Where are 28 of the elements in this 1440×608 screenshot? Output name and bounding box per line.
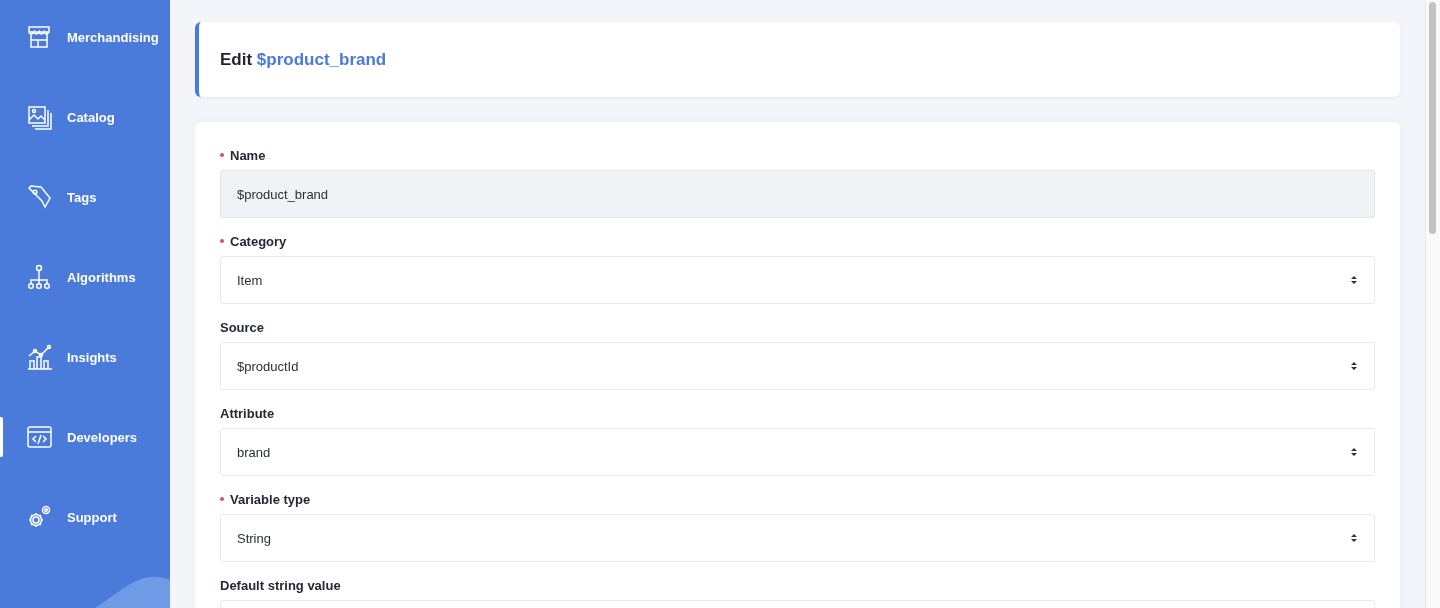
select-field[interactable]: Item xyxy=(220,256,1375,304)
code-icon xyxy=(26,423,53,451)
field-label: Default string value xyxy=(220,577,341,593)
select-field[interactable]: brand xyxy=(220,428,1375,476)
select-field[interactable]: String xyxy=(220,514,1375,562)
chart-icon xyxy=(26,343,53,371)
tag-icon xyxy=(26,183,53,211)
images-icon xyxy=(26,103,53,131)
sidebar-item[interactable]: Tags xyxy=(0,157,170,237)
page-title: Edit $product_brand xyxy=(220,49,387,70)
field-label: Variable type xyxy=(230,491,311,507)
field-label: Category xyxy=(230,233,287,249)
sidebar-item[interactable]: Merchandising xyxy=(0,0,170,77)
field-label: Source xyxy=(220,319,265,335)
sort-caret-icon xyxy=(1350,275,1358,285)
sidebar-item[interactable]: Developers xyxy=(0,397,170,477)
sort-caret-icon xyxy=(1350,533,1358,543)
sidebar-item[interactable]: Algorithms xyxy=(0,237,170,317)
select-field[interactable]: $productId xyxy=(220,342,1375,390)
sidebar-item[interactable]: Insights xyxy=(0,317,170,397)
sidebar-item[interactable]: Catalog xyxy=(0,77,170,157)
sort-caret-icon xyxy=(1350,361,1358,371)
field-label: Name xyxy=(230,147,266,163)
store-icon xyxy=(26,23,53,51)
tree-icon xyxy=(26,263,53,291)
sidebar-item[interactable]: Support xyxy=(0,477,170,557)
field-label: Attribute xyxy=(220,405,275,421)
sort-caret-icon xyxy=(1350,447,1358,457)
